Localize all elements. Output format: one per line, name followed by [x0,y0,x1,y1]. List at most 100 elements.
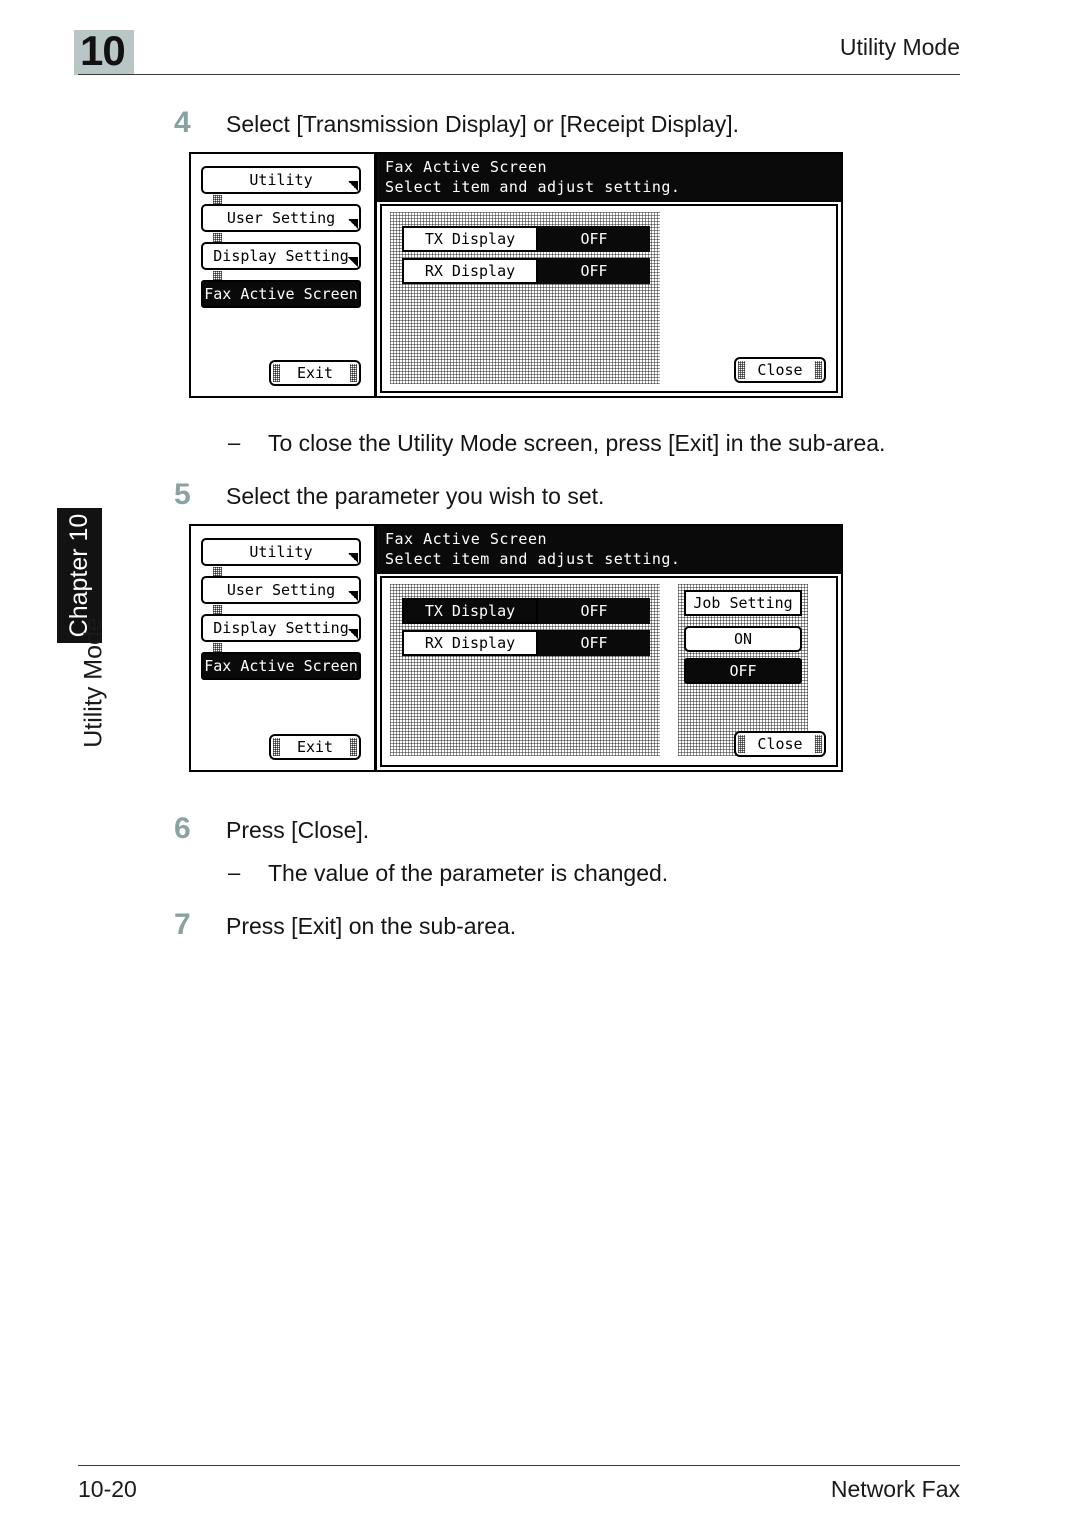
panel2-breadcrumb-fax-active-screen[interactable]: Fax Active Screen [201,652,361,680]
footer-document-title: Network Fax [830,1476,960,1502]
panel2-settings-region: TX Display OFF RX Display OFF [390,584,660,756]
panel2-rx-display-value-label: OFF [580,634,608,652]
corner-fold-icon [348,219,358,229]
panel2-close-button-label: Close [757,735,803,753]
panel1-breadcrumb-display-setting[interactable]: Display Setting [201,242,361,270]
page-header: 10 Utility Mode [0,0,1080,90]
panel1-titlebar: Fax Active Screen Select item and adjust… [377,154,841,202]
panel1-tx-display-value[interactable]: OFF [538,226,650,252]
panel1-close-button-label: Close [757,361,803,379]
panel1-rx-display-key[interactable]: RX Display [402,258,538,284]
step-6-text: Press [Close]. [226,817,370,843]
panel1-tx-display-value-label: OFF [580,230,608,248]
panel2-breadcrumb-utility-label: Utility [249,543,313,561]
panel1-breadcrumb-fax-active-screen[interactable]: Fax Active Screen [201,280,361,308]
panel2-breadcrumb-user-setting-label: User Setting [226,581,336,599]
panel1-breadcrumb-utility[interactable]: Utility [201,166,361,194]
corner-fold-icon [348,181,358,191]
panel1-tx-display-key-label: TX Display [424,230,516,248]
panel2-job-setting-off[interactable]: OFF [684,658,802,684]
panel1-breadcrumb-user-setting[interactable]: User Setting [201,204,361,232]
note-dash-1: – [228,430,241,455]
corner-fold-icon [348,591,358,601]
panel2-tx-display-key-label: TX Display [424,602,516,620]
grip-icon [738,735,745,753]
panel2-breadcrumb-user-setting[interactable]: User Setting [201,576,361,604]
lcd-screenshot-panel-2: Utility User Setting Display Setting Fax… [189,524,843,772]
header-title: Utility Mode [839,34,960,60]
panel1-body: TX Display OFF RX Display OFF Close [380,204,838,393]
panel2-close-button[interactable]: Close [734,731,826,757]
panel2-rx-display-value[interactable]: OFF [538,630,650,656]
panel2-job-setting-header-label: Job Setting [693,594,793,612]
chapter-number: 10 [80,27,126,74]
panel2-screen-title: Fax Active Screen [385,530,548,548]
panel2-body: TX Display OFF RX Display OFF Job Settin… [380,576,838,767]
panel2-tx-display-value[interactable]: OFF [538,598,650,624]
panel2-titlebar: Fax Active Screen Select item and adjust… [377,526,841,574]
panel1-breadcrumb-fax-active-screen-label: Fax Active Screen [204,285,358,303]
panel2-rx-display-key-label: RX Display [424,634,516,652]
note-dash-2: – [228,860,241,885]
grip-icon [273,364,280,382]
panel2-job-setting-header: Job Setting [684,590,802,616]
panel1-breadcrumb-connector-2 [213,233,222,242]
corner-fold-icon [348,553,358,563]
panel2-screen-instruction: Select item and adjust setting. [385,550,681,568]
panel1-setting-row-rx: RX Display OFF [402,258,650,284]
panel2-sub-area: Utility User Setting Display Setting Fax… [191,526,377,770]
grip-icon [273,738,280,756]
panel2-rx-display-key[interactable]: RX Display [402,630,538,656]
grip-icon [815,735,822,753]
panel2-tx-display-key[interactable]: TX Display [402,598,538,624]
panel2-breadcrumb-connector-2 [213,605,222,614]
panel1-rx-display-value-label: OFF [580,262,608,280]
step-4-text: Select [Transmission Display] or [Receip… [226,111,739,137]
panel1-rx-display-value[interactable]: OFF [538,258,650,284]
panel2-setting-row-rx: RX Display OFF [402,630,650,656]
panel1-exit-button-label: Exit [296,364,334,382]
header-rule [78,74,960,75]
step-5-text: Select the parameter you wish to set. [226,483,605,509]
footer-page-number: 10-20 [78,1476,137,1502]
running-head-vertical: Utility Mode [79,617,108,748]
panel2-breadcrumb-connector-1 [213,567,222,576]
panel1-close-button[interactable]: Close [734,357,826,383]
panel2-exit-button-label: Exit [296,738,334,756]
panel1-breadcrumb-utility-label: Utility [249,171,313,189]
step-7-number: 7 [174,908,191,941]
panel1-exit-button[interactable]: Exit [269,360,361,386]
panel2-exit-button[interactable]: Exit [269,734,361,760]
panel1-rx-display-key-label: RX Display [424,262,516,280]
panel2-breadcrumb-utility[interactable]: Utility [201,538,361,566]
grip-icon [738,361,745,379]
panel1-screen-title: Fax Active Screen [385,158,548,176]
panel1-setting-row-tx: TX Display OFF [402,226,650,252]
panel1-tx-display-key[interactable]: TX Display [402,226,538,252]
panel2-job-setting-on[interactable]: ON [684,626,802,652]
grip-icon [815,361,822,379]
panel1-breadcrumb-connector-3 [213,271,222,280]
panel2-job-setting-on-label: ON [733,630,753,648]
grip-icon [350,738,357,756]
note-text-1: To close the Utility Mode screen, press … [268,430,886,456]
step-6-number: 6 [174,812,191,845]
panel2-main-area: Fax Active Screen Select item and adjust… [377,526,841,770]
grip-icon [350,364,357,382]
panel2-breadcrumb-connector-3 [213,643,222,652]
step-4-number: 4 [174,106,191,139]
panel2-breadcrumb-display-setting[interactable]: Display Setting [201,614,361,642]
note-text-2: The value of the parameter is changed. [268,860,669,886]
panel2-breadcrumb-display-setting-label: Display Setting [213,619,349,637]
panel1-breadcrumb-connector-1 [213,195,222,204]
panel2-tx-display-value-label: OFF [580,602,608,620]
step-5-number: 5 [174,478,191,511]
panel1-settings-region: TX Display OFF RX Display OFF [390,212,660,384]
lcd-screenshot-panel-1: Utility User Setting Display Setting Fax… [189,152,843,398]
footer-rule [78,1465,960,1466]
panel1-main-area: Fax Active Screen Select item and adjust… [377,154,841,396]
corner-fold-icon [348,257,358,267]
corner-fold-icon [348,629,358,639]
panel2-breadcrumb-fax-active-screen-label: Fax Active Screen [204,657,358,675]
panel1-sub-area: Utility User Setting Display Setting Fax… [191,154,377,396]
